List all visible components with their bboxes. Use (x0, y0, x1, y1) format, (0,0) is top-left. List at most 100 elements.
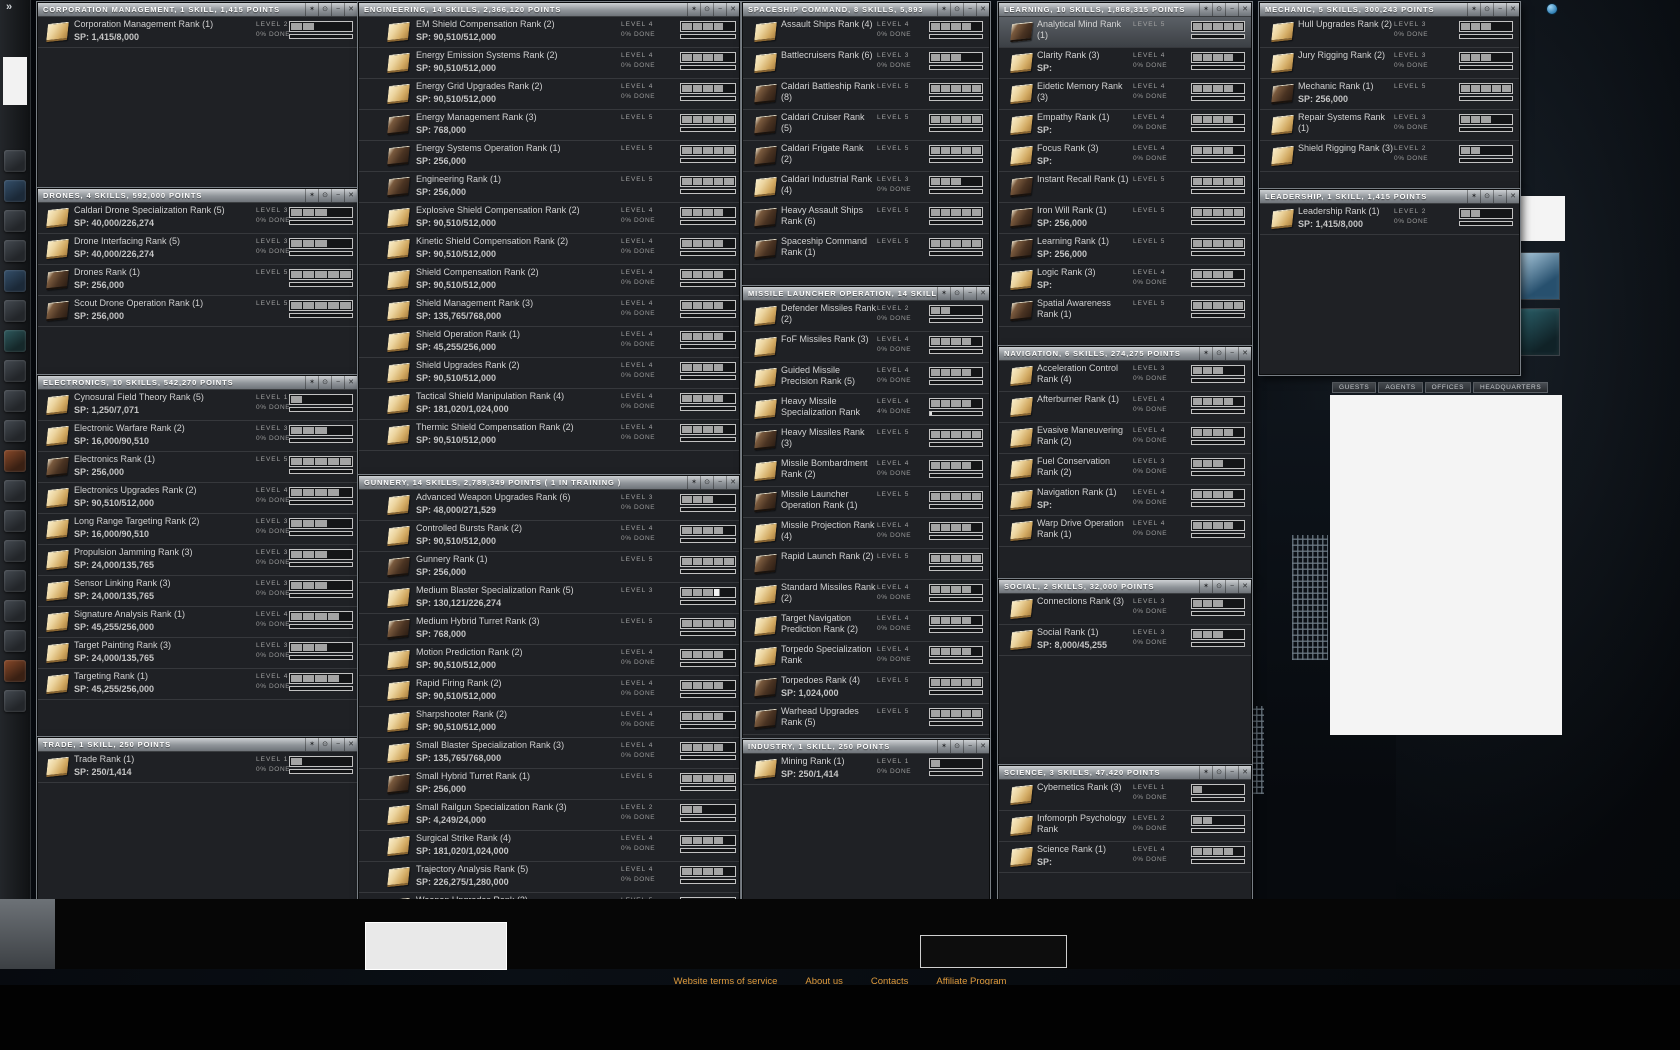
skill-row[interactable]: Caldari Cruiser Rank (5) LEVEL 5 (743, 110, 989, 141)
close-icon[interactable]: ✕ (344, 738, 357, 751)
shade-icon[interactable]: ⊙ (318, 189, 331, 202)
pin-icon[interactable]: ✶ (1199, 347, 1212, 360)
shade-icon[interactable]: ⊙ (950, 3, 963, 16)
skill-row[interactable]: Caldari Battleship Rank (8) LEVEL 5 (743, 79, 989, 110)
close-icon[interactable]: ✕ (1506, 190, 1519, 203)
skill-row[interactable]: Cynosural Field Theory Rank (5) SP: 1,250… (38, 390, 357, 421)
neocom-icon[interactable] (4, 390, 26, 412)
pin-icon[interactable]: ✶ (937, 3, 950, 16)
pin-icon[interactable]: ✶ (305, 3, 318, 16)
skill-row[interactable]: Eidetic Memory Rank (3) LEVEL 4 0% DONE (999, 79, 1251, 110)
panel-titlebar[interactable]: LEARNING, 10 SKILLS, 1,868,315 POINTS ✶ ⊙ −… (999, 3, 1251, 17)
neocom-icon[interactable] (4, 630, 26, 652)
skill-row[interactable]: Energy Systems Operation Rank (1) SP: 256… (359, 141, 739, 172)
minimize-icon[interactable]: − (331, 376, 344, 389)
skill-row[interactable]: Small Railgun Specialization Rank (3) SP:… (359, 800, 739, 831)
skill-row[interactable]: Guided Missile Precision Rank (5) LEVEL 4… (743, 363, 989, 394)
skill-row[interactable]: Sensor Linking Rank (3) SP: 24,000/135,76… (38, 576, 357, 607)
close-icon[interactable]: ✕ (1238, 580, 1251, 593)
skill-row[interactable]: Defender Missiles Rank (2) LEVEL 2 0% DONE (743, 301, 989, 332)
minimize-icon[interactable]: − (713, 3, 726, 16)
close-icon[interactable]: ✕ (1238, 347, 1251, 360)
minimize-icon[interactable]: − (1225, 347, 1238, 360)
close-icon[interactable]: ✕ (976, 3, 989, 16)
skill-row[interactable]: Torpedoes Rank (4) SP: 1,024,000 LEVEL 5 (743, 673, 989, 704)
minimize-icon[interactable]: − (331, 3, 344, 16)
station-tab-agents[interactable]: AGENTS (1378, 382, 1423, 393)
pin-icon[interactable]: ✶ (1467, 190, 1480, 203)
close-icon[interactable]: ✕ (976, 287, 989, 300)
neocom-icon[interactable] (4, 150, 26, 172)
panel-titlebar[interactable]: SPACESHIP COMMAND, 8 SKILLS, 5,893 ✶ ⊙ − ✕ (743, 3, 989, 17)
skill-row[interactable]: Evasive Maneuvering Rank (2) LEVEL 4 0% DO… (999, 423, 1251, 454)
pin-icon[interactable]: ✶ (937, 287, 950, 300)
skill-row[interactable]: FoF Missiles Rank (3) LEVEL 4 0% DONE (743, 332, 989, 363)
panel-titlebar[interactable]: NAVIGATION, 6 SKILLS, 274,275 POINTS ✶ ⊙ − ✕ (999, 347, 1251, 361)
skill-row[interactable]: Mechanic Rank (1) SP: 256,000 LEVEL 5 (1260, 79, 1519, 110)
neocom-icon[interactable] (4, 270, 26, 292)
station-tab-offices[interactable]: OFFICES (1424, 382, 1472, 393)
skill-row[interactable]: Hull Upgrades Rank (2) LEVEL 3 0% DONE (1260, 17, 1519, 48)
panel-titlebar[interactable]: INDUSTRY, 1 SKILL, 250 POINTS ✶ ⊙ − ✕ (743, 740, 989, 754)
shade-icon[interactable]: ⊙ (1480, 3, 1493, 16)
shade-icon[interactable]: ⊙ (1212, 580, 1225, 593)
skill-row[interactable]: Electronics Upgrades Rank (2) SP: 90,510/… (38, 483, 357, 514)
minimize-icon[interactable]: − (1225, 3, 1238, 16)
station-tab-guests[interactable]: GUESTS (1332, 382, 1377, 393)
skill-row[interactable]: Shield Rigging Rank (3) LEVEL 2 0% DONE (1260, 141, 1519, 172)
close-icon[interactable]: ✕ (1506, 3, 1519, 16)
minimize-icon[interactable]: − (331, 738, 344, 751)
skill-row[interactable]: Logic Rank (3) SP: LEVEL 4 0% DONE (999, 265, 1251, 296)
shade-icon[interactable]: ⊙ (1212, 3, 1225, 16)
skill-row[interactable]: Engineering Rank (1) SP: 256,000 LEVEL 5 (359, 172, 739, 203)
close-icon[interactable]: ✕ (726, 3, 739, 16)
minimize-icon[interactable]: − (713, 476, 726, 489)
skill-row[interactable]: Trajectory Analysis Rank (5) SP: 226,275/… (359, 862, 739, 893)
skill-row[interactable]: Rapid Firing Rank (2) SP: 90,510/512,000 L… (359, 676, 739, 707)
pin-icon[interactable]: ✶ (305, 738, 318, 751)
panel-titlebar[interactable]: CORPORATION MANAGEMENT, 1 SKILL, 1,415 P… (38, 3, 357, 17)
skill-row[interactable]: Shield Upgrades Rank (2) SP: 90,510/512,0… (359, 358, 739, 389)
panel-titlebar[interactable]: DRONES, 4 SKILLS, 592,000 POINTS ✶ ⊙ − ✕ (38, 189, 357, 203)
info-icon[interactable] (1546, 3, 1558, 15)
skill-row[interactable]: Small Blaster Specialization Rank (3) SP:… (359, 738, 739, 769)
panel-titlebar[interactable]: ENGINEERING, 14 SKILLS, 2,366,120 POINTS… (359, 3, 739, 17)
skill-row[interactable]: Energy Grid Upgrades Rank (2) SP: 90,510/… (359, 79, 739, 110)
neocom-icon[interactable] (4, 510, 26, 532)
skill-row[interactable]: Small Hybrid Turret Rank (1) SP: 256,000 L… (359, 769, 739, 800)
panel-titlebar[interactable]: SOCIAL, 2 SKILLS, 32,000 POINTS ✶ ⊙ − ✕ (999, 580, 1251, 594)
skill-row[interactable]: Science Rank (1) SP: LEVEL 4 0% DONE (999, 842, 1251, 873)
panel-titlebar[interactable]: SCIENCE, 3 SKILLS, 47,420 POINTS ✶ ⊙ − ✕ (999, 766, 1251, 780)
shade-icon[interactable]: ⊙ (700, 3, 713, 16)
neocom-icon[interactable] (4, 480, 26, 502)
skill-row[interactable]: Caldari Frigate Rank (2) LEVEL 5 (743, 141, 989, 172)
skill-row[interactable]: Energy Emission Systems Rank (2) SP: 90,5… (359, 48, 739, 79)
pin-icon[interactable]: ✶ (1199, 580, 1212, 593)
skill-row[interactable]: Shield Operation Rank (1) SP: 45,255/256,… (359, 327, 739, 358)
skill-row[interactable]: Targeting Rank (1) SP: 45,255/256,000 LEVE… (38, 669, 357, 700)
skill-row[interactable]: Rapid Launch Rank (2) LEVEL 5 (743, 549, 989, 580)
skill-row[interactable]: Spaceship Command Rank (1) LEVEL 5 (743, 234, 989, 265)
neocom-icon[interactable] (4, 240, 26, 262)
pin-icon[interactable]: ✶ (1199, 766, 1212, 779)
skill-row[interactable]: Leadership Rank (1) SP: 1,415/8,000 LEVEL … (1260, 204, 1519, 235)
close-icon[interactable]: ✕ (1238, 766, 1251, 779)
neocom-expand-icon[interactable]: » (6, 1, 12, 13)
shade-icon[interactable]: ⊙ (318, 738, 331, 751)
skill-row[interactable]: Standard Missiles Rank (2) LEVEL 4 0% DONE (743, 580, 989, 611)
skill-row[interactable]: Missile Bombardment Rank (2) LEVEL 4 0% DO… (743, 456, 989, 487)
neocom-icon[interactable] (4, 570, 26, 592)
skill-row[interactable]: Navigation Rank (1) SP: LEVEL 4 0% DONE (999, 485, 1251, 516)
panel-titlebar[interactable]: MISSILE LAUNCHER OPERATION, 14 SKILLS ✶ ⊙ −… (743, 287, 989, 301)
minimize-icon[interactable]: − (1225, 580, 1238, 593)
minimize-icon[interactable]: − (963, 740, 976, 753)
skill-row[interactable]: Motion Prediction Rank (2) SP: 90,510/512… (359, 645, 739, 676)
skill-row[interactable]: Heavy Missiles Rank (3) LEVEL 5 (743, 425, 989, 456)
skill-row[interactable]: Heavy Missile Specialization Rank LEVEL 4… (743, 394, 989, 425)
skill-row[interactable]: Advanced Weapon Upgrades Rank (6) SP: 48,… (359, 490, 739, 521)
close-icon[interactable]: ✕ (344, 3, 357, 16)
skill-row[interactable]: Corporation Management Rank (1) SP: 1,415… (38, 17, 357, 48)
skill-row[interactable]: Repair Systems Rank (1) LEVEL 3 0% DONE (1260, 110, 1519, 141)
skill-row[interactable]: Explosive Shield Compensation Rank (2) SP… (359, 203, 739, 234)
neocom-icon[interactable] (4, 420, 26, 442)
